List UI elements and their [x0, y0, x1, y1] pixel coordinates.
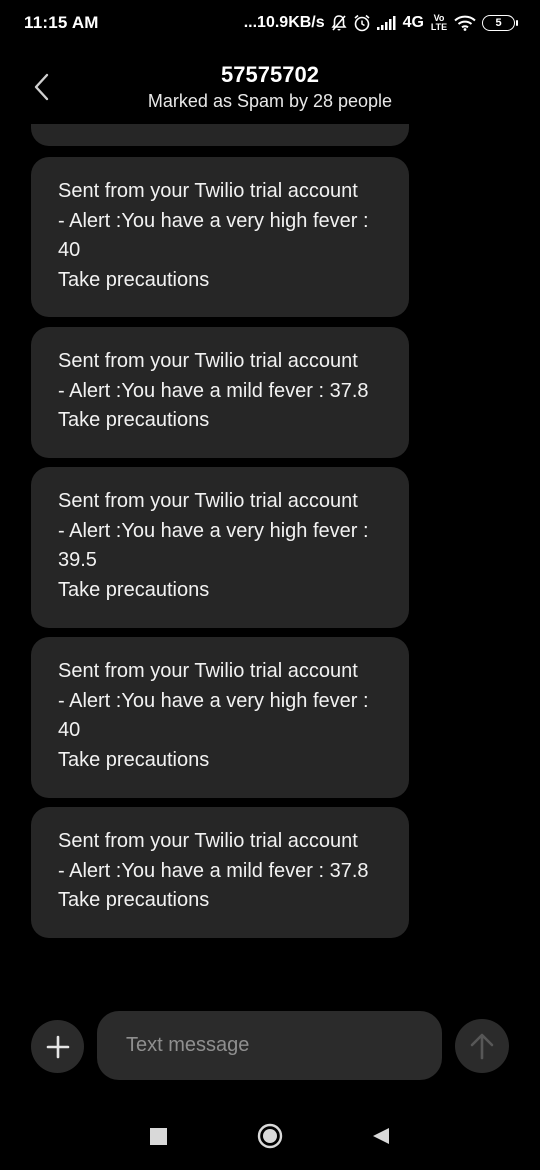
message-input[interactable]	[124, 1033, 442, 1058]
home-button[interactable]	[255, 1121, 285, 1151]
message-thread[interactable]: Sent from your Twilio trial account - Al…	[0, 124, 540, 974]
conversation-header: 57575702 Marked as Spam by 28 people	[0, 56, 540, 124]
network-type: 4G	[402, 14, 424, 31]
send-button[interactable]	[455, 1019, 509, 1073]
back-nav-button[interactable]	[366, 1121, 396, 1151]
message-composer	[0, 1008, 540, 1084]
recents-button[interactable]	[143, 1121, 173, 1151]
system-nav-bar	[0, 1105, 540, 1170]
battery-icon: 5	[482, 15, 518, 31]
home-circle-icon	[257, 1123, 283, 1149]
battery-level: 5	[495, 17, 502, 29]
back-triangle-icon	[373, 1128, 389, 1144]
mute-icon	[331, 14, 347, 32]
message-bubble[interactable]: Sent from your Twilio trial account - Al…	[31, 157, 409, 317]
message-input-container[interactable]	[97, 1011, 442, 1080]
contact-title: 57575702	[221, 62, 319, 87]
message-bubble-partial[interactable]	[31, 124, 409, 146]
signal-icon	[376, 16, 397, 30]
status-time: 11:15 AM	[24, 13, 99, 32]
plus-icon	[46, 1035, 69, 1058]
wifi-icon	[454, 15, 476, 31]
alarm-icon	[353, 14, 371, 32]
status-icons: ...10.9KB/s 4G Vo LTE 5	[244, 12, 518, 34]
message-bubble[interactable]: Sent from your Twilio trial account - Al…	[31, 467, 409, 628]
arrow-up-icon	[470, 1033, 494, 1060]
spam-subtitle: Marked as Spam by 28 people	[147, 91, 393, 111]
volte-icon: Vo LTE	[430, 13, 448, 32]
message-bubble[interactable]: Sent from your Twilio trial account - Al…	[31, 327, 409, 458]
add-attachment-button[interactable]	[31, 1020, 84, 1073]
status-bar: 11:15 AM ...10.9KB/s 4G Vo LTE 5	[0, 0, 540, 48]
message-bubble[interactable]: Sent from your Twilio trial account - Al…	[31, 637, 409, 798]
recents-square-icon	[149, 1127, 167, 1145]
network-speed: ...10.9KB/s	[243, 14, 325, 31]
message-bubble[interactable]: Sent from your Twilio trial account - Al…	[31, 807, 409, 938]
